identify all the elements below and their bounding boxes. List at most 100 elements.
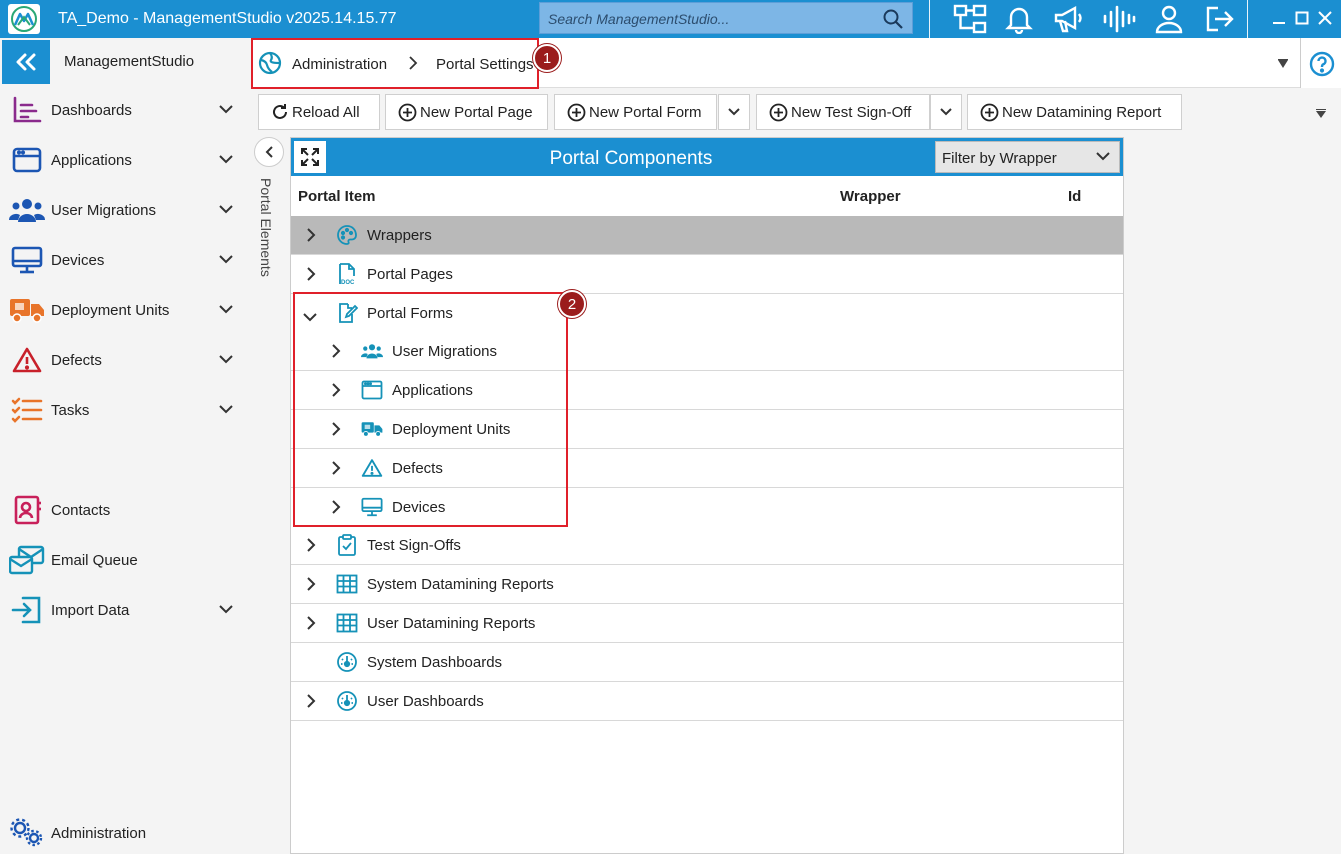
- sidebar-item-defects[interactable]: Defects: [0, 340, 251, 380]
- title-bar: TA_Demo - ManagementStudio v2025.14.15.7…: [0, 0, 1341, 38]
- chevron-right-icon[interactable]: [306, 227, 316, 246]
- reload-all-button[interactable]: Reload All: [258, 94, 380, 130]
- chevron-down-icon[interactable]: [218, 202, 234, 218]
- tree-row[interactable]: Devices: [291, 487, 1123, 527]
- sidebar-item-import-data[interactable]: Import Data: [0, 590, 251, 630]
- tree-row[interactable]: Applications: [291, 371, 1123, 411]
- chevron-right-icon[interactable]: [306, 693, 316, 712]
- tree-row-label: Defects: [392, 459, 443, 477]
- tree-row[interactable]: Deployment Units: [291, 410, 1123, 449]
- document-icon: DOC: [336, 262, 358, 286]
- filter-label: Filter by Wrapper: [942, 150, 1057, 167]
- titlebar-divider: [1247, 0, 1248, 38]
- tree-row[interactable]: Defects: [291, 448, 1123, 488]
- tree-row[interactable]: DOC Portal Pages: [291, 254, 1123, 294]
- sidebar-item-devices[interactable]: Devices: [0, 240, 251, 280]
- chevron-right-icon[interactable]: [331, 421, 341, 440]
- bell-icon[interactable]: [1000, 2, 1038, 36]
- chevron-right-icon[interactable]: [306, 615, 316, 634]
- tree-row[interactable]: Portal Forms: [291, 293, 1123, 333]
- search-input[interactable]: [548, 9, 868, 29]
- close-button[interactable]: [1313, 4, 1337, 32]
- sidebar-item-label: Defects: [51, 352, 102, 369]
- new-test-signoff-dropdown[interactable]: [930, 94, 962, 130]
- portal-elements-panel: Portal Elements: [252, 134, 290, 854]
- tree-row[interactable]: Test Sign-Offs: [291, 526, 1123, 566]
- chevron-right-icon[interactable]: [331, 382, 341, 401]
- tree-row[interactable]: User Datamining Reports: [291, 604, 1123, 643]
- sitemap-icon[interactable]: [951, 2, 989, 36]
- collapse-panel-button[interactable]: [254, 137, 284, 167]
- chevron-right-icon[interactable]: [306, 576, 316, 595]
- sidebar-item-contacts[interactable]: Contacts: [0, 490, 251, 530]
- form-edit-icon: [336, 302, 358, 324]
- chevron-down-icon[interactable]: [218, 302, 234, 318]
- sidebar-item-user-migrations[interactable]: User Migrations: [0, 190, 251, 230]
- breadcrumb-administration[interactable]: Administration: [292, 56, 387, 73]
- sidebar-item-administration[interactable]: Administration: [0, 813, 251, 853]
- column-header-portal-item[interactable]: Portal Item: [298, 188, 376, 205]
- minimize-button[interactable]: [1267, 4, 1291, 32]
- sidebar-item-deployment-units[interactable]: Deployment Units: [0, 290, 251, 330]
- tree-row[interactable]: User Dashboards: [291, 681, 1123, 721]
- audio-wave-icon[interactable]: [1100, 2, 1138, 36]
- chevron-left-icon: [265, 146, 273, 158]
- window-title: TA_Demo - ManagementStudio v2025.14.15.7…: [58, 10, 397, 27]
- megaphone-icon[interactable]: [1050, 2, 1088, 36]
- chevron-down-icon[interactable]: [218, 252, 234, 268]
- new-datamining-report-button[interactable]: New Datamining Report: [967, 94, 1182, 130]
- sidebar-item-dashboards[interactable]: Dashboards: [0, 90, 251, 130]
- tree-row[interactable]: System Datamining Reports: [291, 565, 1123, 605]
- palette-icon: [336, 224, 358, 246]
- new-portal-form-button[interactable]: New Portal Form: [554, 94, 717, 130]
- grid-title: Portal Components: [549, 148, 713, 169]
- chevron-down-icon[interactable]: [218, 602, 234, 618]
- user-icon[interactable]: [1150, 2, 1188, 36]
- users-icon: [361, 340, 383, 362]
- import-icon: [9, 594, 45, 626]
- tree-row-label: Test Sign-Offs: [367, 537, 461, 555]
- logout-icon[interactable]: [1201, 2, 1239, 36]
- sidebar-item-email-queue[interactable]: Email Queue: [0, 540, 251, 580]
- chevron-down-icon[interactable]: [218, 152, 234, 168]
- new-portal-page-button[interactable]: New Portal Page: [385, 94, 548, 130]
- sidebar-item-tasks[interactable]: Tasks: [0, 390, 251, 430]
- chevron-right-icon[interactable]: [331, 499, 341, 518]
- global-search[interactable]: [539, 2, 913, 34]
- help-icon[interactable]: [1309, 51, 1335, 80]
- gears-icon: [9, 817, 45, 849]
- collapse-sidebar-button[interactable]: [2, 40, 50, 84]
- tree-row-label: User Dashboards: [367, 692, 484, 710]
- portal-components-grid: Portal Components Filter by Wrapper Port…: [290, 137, 1124, 854]
- tree-row[interactable]: Wrappers: [291, 216, 1123, 255]
- chevron-down-icon: [1095, 149, 1111, 166]
- breadcrumb-dropdown-icon[interactable]: [1277, 56, 1289, 72]
- chevron-down-icon[interactable]: [302, 309, 318, 325]
- chevron-down-icon[interactable]: [218, 102, 234, 118]
- truck-icon: [361, 418, 383, 440]
- chevron-right-icon[interactable]: [306, 537, 316, 556]
- chevron-right-icon[interactable]: [331, 460, 341, 479]
- breadcrumb-portal-settings[interactable]: Portal Settings: [436, 56, 534, 73]
- tree-row[interactable]: User Migrations: [291, 332, 1123, 372]
- sidebar-item-applications[interactable]: Applications: [0, 140, 251, 180]
- new-test-signoff-button[interactable]: New Test Sign-Off: [756, 94, 930, 130]
- maximize-button[interactable]: [1290, 4, 1314, 32]
- monitor-icon: [9, 244, 45, 276]
- chevron-down-icon[interactable]: [218, 402, 234, 418]
- chevron-right-icon[interactable]: [331, 343, 341, 362]
- column-header-id[interactable]: Id: [1068, 188, 1081, 205]
- chevron-right-icon[interactable]: [306, 266, 316, 285]
- tree-row[interactable]: System Dashboards: [291, 642, 1123, 682]
- new-portal-form-dropdown[interactable]: [718, 94, 750, 130]
- search-icon[interactable]: [882, 8, 904, 33]
- chevron-down-icon[interactable]: [218, 352, 234, 368]
- portal-elements-tab[interactable]: Portal Elements: [258, 178, 274, 277]
- toolbar-overflow-icon[interactable]: [1315, 106, 1327, 122]
- column-header-wrapper[interactable]: Wrapper: [840, 188, 901, 205]
- chevron-right-icon: [407, 55, 419, 74]
- annotation-badge-1: 1: [533, 44, 561, 72]
- tree-row-label: Portal Pages: [367, 265, 453, 283]
- sidebar-item-label: Dashboards: [51, 102, 132, 119]
- filter-by-wrapper-select[interactable]: Filter by Wrapper: [935, 141, 1120, 173]
